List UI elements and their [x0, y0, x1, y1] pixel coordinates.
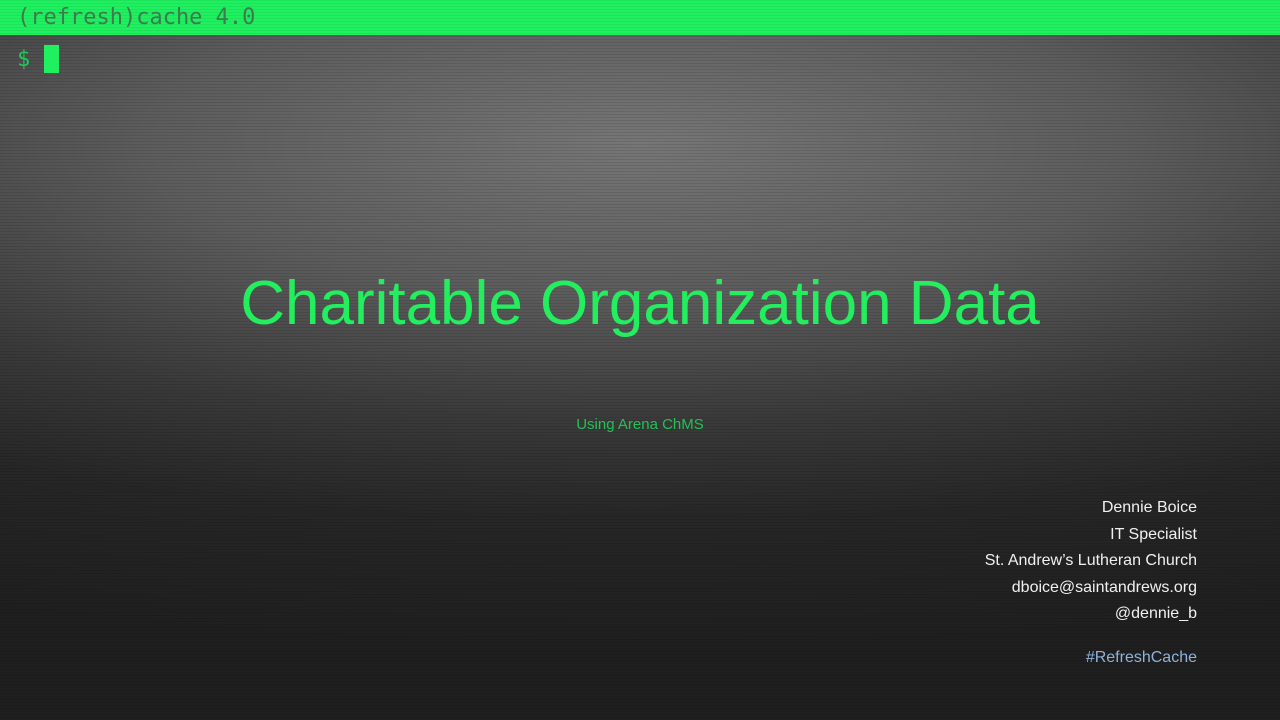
slide-subtitle: Using Arena ChMS	[576, 416, 704, 433]
presenter-role: IT Specialist	[1110, 525, 1197, 543]
presenter-name: Dennie Boice	[1101, 499, 1197, 516]
presenter-email: dboice@saintandrews.org	[1011, 578, 1197, 596]
presenter-contact-block: Dennie Boice IT Specialist St. Andrew’s …	[985, 495, 1197, 671]
presenter-organization: St. Andrew’s Lutheran Church	[984, 552, 1197, 569]
slide-title: Charitable Organization Data	[240, 269, 1040, 338]
terminal-prompt[interactable]: $	[17, 44, 60, 74]
cursor-block	[44, 45, 60, 73]
terminal-title: (refresh)cache 4.0	[17, 5, 256, 30]
presenter-handle: @dennie_b	[1114, 605, 1197, 622]
terminal-title-bar: (refresh)cache 4.0	[0, 0, 1280, 35]
prompt-symbol: $	[17, 46, 31, 72]
event-hashtag: #RefreshCache	[1085, 648, 1197, 666]
